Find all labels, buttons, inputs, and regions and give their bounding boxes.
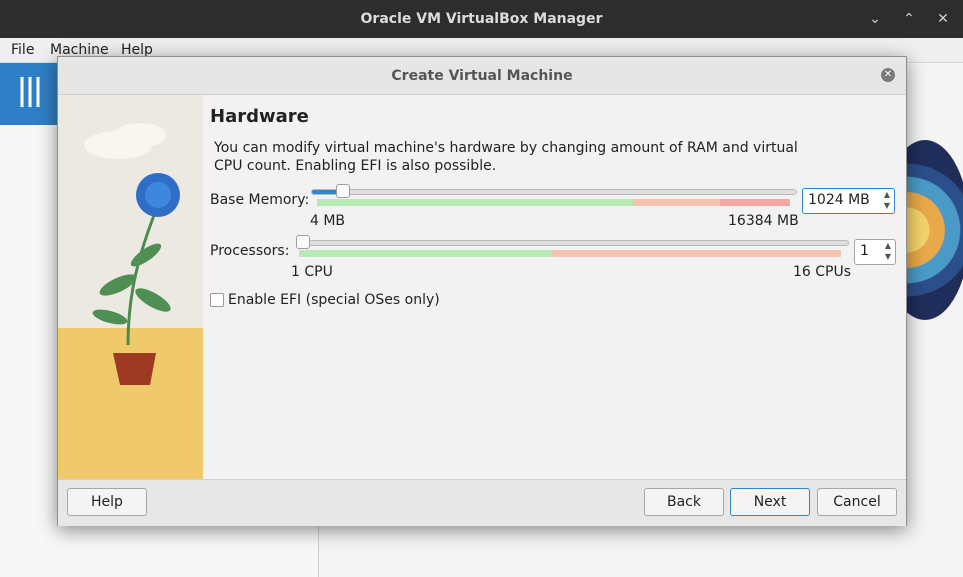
page-heading: Hardware [210, 106, 309, 127]
create-vm-dialog: Create Virtual Machine ✕ Hardware You ca… [57, 56, 907, 526]
efi-label[interactable]: Enable EFI (special OSes only) [228, 292, 440, 308]
memory-spin-arrows[interactable]: ▲ ▼ [880, 189, 894, 213]
help-button[interactable]: Help [67, 488, 147, 516]
processors-zone-warn [551, 250, 841, 257]
menu-file[interactable]: File [11, 42, 34, 58]
memory-zone-warn [633, 199, 720, 206]
processors-slider-handle[interactable] [296, 235, 310, 249]
memory-zone-ok [317, 199, 633, 206]
memory-max-label: 16384 MB [728, 213, 799, 229]
memory-number: 1024 [808, 192, 844, 208]
memory-slider-handle[interactable] [336, 184, 351, 198]
processors-slider-track[interactable] [296, 240, 849, 246]
memory-unit: MB [848, 192, 870, 208]
next-button[interactable]: Next [730, 488, 810, 516]
dialog-title: Create Virtual Machine [391, 68, 573, 84]
processors-min-label: 1 CPU [291, 264, 333, 280]
memory-slider-track[interactable] [311, 189, 797, 195]
minimize-icon[interactable]: ⌄ [865, 9, 885, 29]
base-memory-label-text: Base Memory: [210, 192, 310, 208]
processors-value: 1 [860, 243, 869, 259]
memory-value: 1024 MB [808, 192, 870, 208]
processors-zone-ok [299, 250, 551, 257]
processors-spinbox[interactable]: 1 ▲ ▼ [854, 239, 896, 265]
base-memory-label: Base Memory: [210, 192, 309, 208]
processors-spin-arrows[interactable]: ▲ ▼ [881, 240, 895, 264]
wizard-content: Hardware You can modify virtual machine'… [203, 95, 906, 479]
close-icon[interactable]: ✕ [933, 9, 953, 29]
memory-spinbox[interactable]: 1024 MB ▲ ▼ [802, 188, 895, 214]
memory-zone-bad [720, 199, 790, 206]
maximize-icon[interactable]: ⌃ [899, 9, 919, 29]
dialog-close-icon[interactable]: ✕ [881, 68, 895, 82]
processors-max-label: 16 CPUs [793, 264, 852, 280]
window-titlebar: Oracle VM VirtualBox Manager ⌄ ⌃ ✕ [0, 0, 963, 38]
tools-icon[interactable] [0, 63, 58, 125]
wizard-illustration [58, 95, 203, 479]
page-description: You can modify virtual machine's hardwar… [214, 140, 798, 174]
memory-min-label: 4 MB [310, 213, 346, 229]
window-title: Oracle VM VirtualBox Manager [360, 11, 603, 27]
dialog-titlebar: Create Virtual Machine ✕ [58, 57, 906, 95]
efi-checkbox[interactable] [210, 293, 224, 307]
processors-label: Processors: [210, 243, 289, 259]
cancel-button[interactable]: Cancel [817, 488, 897, 516]
back-button[interactable]: Back [644, 488, 724, 516]
dialog-footer: Help Back Next Cancel [58, 479, 906, 526]
processors-label-text: Processors: [210, 243, 290, 259]
